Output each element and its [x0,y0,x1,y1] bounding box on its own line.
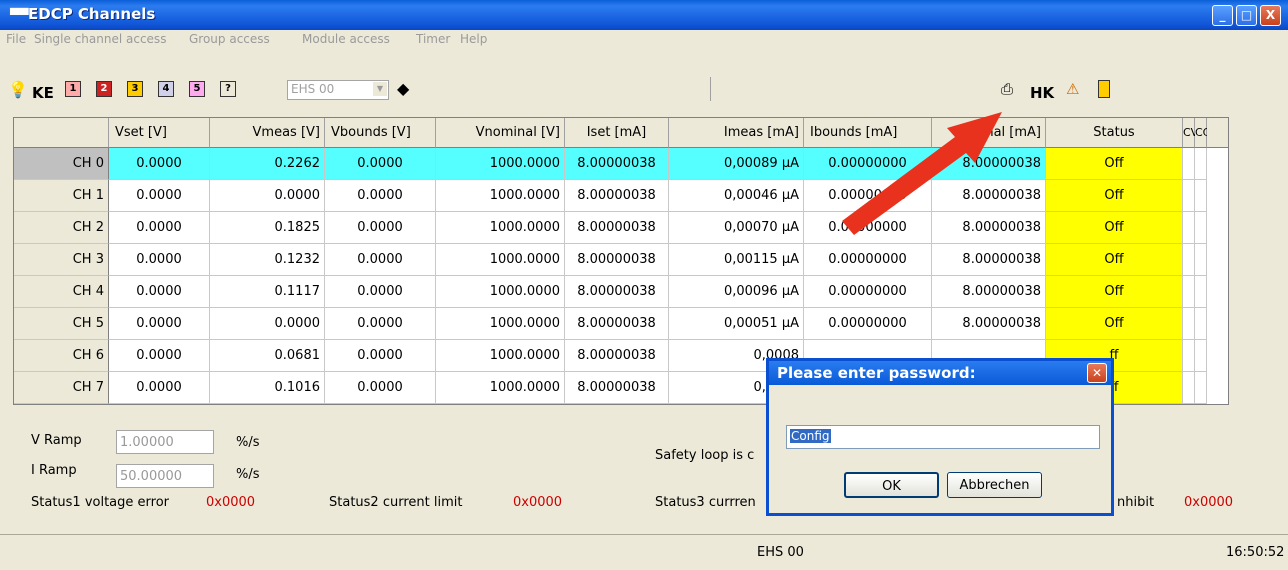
v-ramp-label: V Ramp [31,433,82,448]
red-arrow-icon [842,112,1002,235]
status3-label: Status3 currren [655,495,756,510]
ok-button[interactable]: OK [844,472,939,498]
inhibit-label: nhibit [1117,495,1155,510]
i-ramp-unit: %/s [236,467,260,482]
dialog-title: Please enter password: [777,364,976,382]
status1-value: 0x0000 [206,495,256,510]
status-time: 16:50:52 [1226,545,1285,560]
password-input[interactable]: Config [786,425,1100,449]
v-ramp-unit: %/s [236,435,260,450]
cancel-button[interactable]: Abbrechen [947,472,1042,498]
safety-loop-text: Safety loop is c [655,448,755,463]
i-ramp-label: I Ramp [31,463,77,478]
password-dialog: Please enter password: ✕ Config OK Abbre… [766,358,1114,516]
status1-label: Status1 voltage error [31,495,170,510]
dialog-title-bar[interactable]: Please enter password: ✕ [769,361,1111,385]
dialog-close-button[interactable]: ✕ [1087,363,1107,383]
status-bar: EHS 00 16:50:52 [0,534,1288,570]
i-ramp-input[interactable]: 50.00000 [116,464,214,488]
inhibit-value: 0x0000 [1184,495,1234,510]
status2-label: Status2 current limit [329,495,463,510]
status-module: EHS 00 [757,545,804,560]
password-input-value: Config [790,429,831,443]
status2-value: 0x0000 [513,495,563,510]
v-ramp-input[interactable]: 1.00000 [116,430,214,454]
